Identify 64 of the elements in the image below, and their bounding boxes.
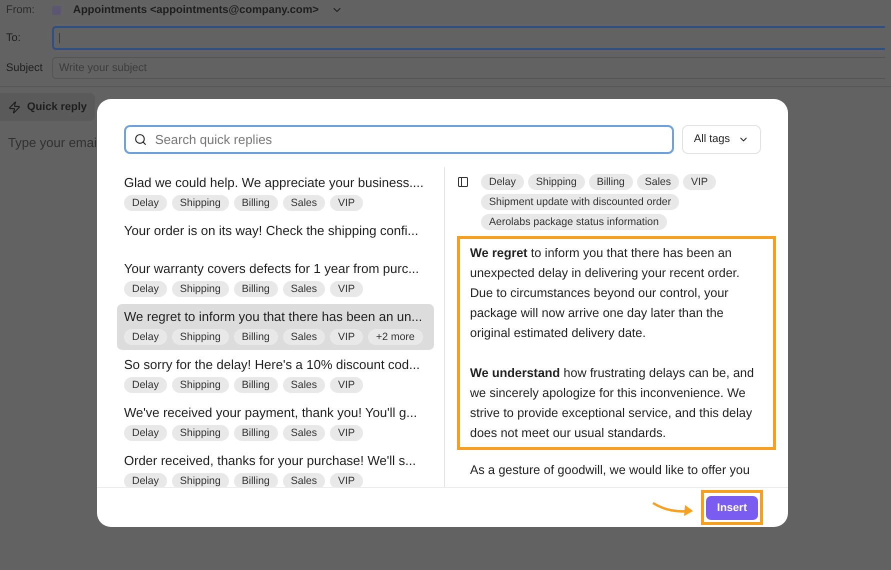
lightning-icon [8,100,21,114]
to-label: To: [6,30,22,46]
tag: Billing [234,329,278,345]
search-icon [134,133,147,146]
tag: VIP [683,174,716,190]
tag: Sales [282,473,326,487]
tag: Aerolabs package status information [481,214,667,230]
reply-snippet: Your warranty covers defects for 1 year from purc... [124,261,420,277]
search-field[interactable]: Search quick replies [124,125,674,154]
tag: Shipping [528,174,585,190]
tag: VIP [330,281,363,297]
reply-item[interactable]: We've received your payment, thank you! You'll g... Delay Shipping Billing Sales VIP [117,400,434,446]
tag: Sales [282,281,326,297]
tag: VIP [330,329,363,345]
tag: Billing [588,174,633,190]
tag: Shipping [172,329,229,345]
from-value: Appointments <appointments@company.com> [73,2,319,18]
tag: Delay [124,377,167,393]
tag: Billing [234,195,278,211]
tag: Sales [636,174,680,190]
tag: Shipping [172,377,229,393]
tag: Shipping [172,195,229,211]
reply-snippet: Order received, thanks for your purchase! We'll s... [124,453,417,469]
tag: VIP [330,377,363,393]
tag: Billing [234,281,278,297]
tag: Shipping [172,473,229,487]
reply-item[interactable]: Your warranty covers defects for 1 year from purc... Delay Shipping Billing Sales VIP [117,256,434,302]
tag: Delay [124,281,167,297]
tags-filter-dropdown[interactable]: All tags [682,125,761,154]
reply-item[interactable]: Glad we could help. We appreciate your business.... Delay Shipping Billing Sales VIP [117,170,434,216]
tag: Sales [282,425,326,441]
tag: Billing [234,377,278,393]
tag: +2 more [368,329,423,345]
tag: Sales [282,195,326,211]
tag: Shipping [172,425,229,441]
reply-item[interactable]: We regret to inform you that there has been an un... Delay Shipping Billing Sales VIP +2 more [117,304,434,350]
reply-snippet: Your order is on its way! Check the shipping confi... [124,223,420,239]
reply-snippet: So sorry for the delay! Here's a 10% discount cod... [124,357,421,373]
tag: Shipment update with discounted order [481,194,680,210]
reply-item[interactable]: So sorry for the delay! Here's a 10% discount cod... Delay Shipping Billing Sales VIP [117,352,434,398]
tag: Sales [282,329,326,345]
tag: VIP [330,195,363,211]
tag: Delay [124,425,167,441]
insert-button[interactable]: Insert [706,496,758,520]
panel-icon[interactable] [457,176,469,188]
tag: VIP [330,473,363,487]
reply-item[interactable]: Your order is on its way! Check the shipping confi... [117,218,434,254]
tag: Sales [282,377,326,393]
tag: VIP [330,425,363,441]
preview-paragraph: As a gesture of goodwill, we would like to offer you [469,462,751,479]
tag: Delay [124,195,167,211]
tag: Billing [234,425,278,441]
tag: Billing [234,473,278,487]
tag: Shipping [172,281,229,297]
tag: Delay [124,329,167,345]
tag: Delay [124,473,167,487]
reply-snippet: Glad we could help. We appreciate your business.... [124,175,425,191]
reply-snippet: We've received your payment, thank you! You'll g... [124,405,418,421]
from-label: From: [6,2,36,18]
reply-snippet: We regret to inform you that there has been an un... [124,309,424,325]
reply-item[interactable]: Order received, thanks for your purchase! We'll s... Delay Shipping Billing Sales VIP [117,448,434,487]
tag: Delay [481,174,524,190]
preview-paragraph: We regret to inform you that there has been an unexpected delay in delivering your recent order. Due to circumstances beyond our control, your package will now arrive one day later than the original estimated delivery date. [470,245,741,342]
preview-paragraph: We understand how frustrating delays can be, and we sincerely apologize for this inconvenience. We strive to provide exceptional service, and this delay does not meet our usual standards. [470,365,755,442]
